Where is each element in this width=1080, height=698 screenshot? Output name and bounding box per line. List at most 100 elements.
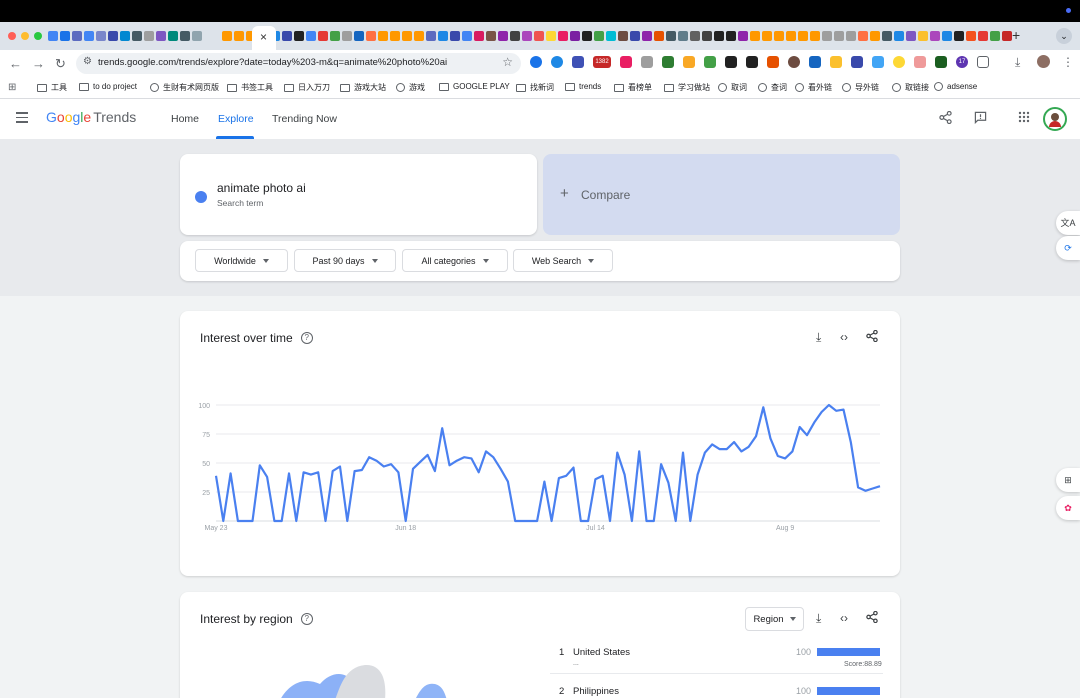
extension-badge-icon[interactable]: 17 [956, 56, 968, 68]
compare-card[interactable]: + Compare [543, 154, 900, 235]
tab-favicon[interactable] [462, 31, 472, 41]
region-filter-dropdown[interactable]: Worldwide [195, 249, 288, 272]
tab-favicon[interactable] [654, 31, 664, 41]
tab-favicon[interactable] [96, 31, 106, 41]
tab-favicon[interactable] [750, 31, 760, 41]
tab-favicon[interactable] [48, 31, 58, 41]
bookmark-item[interactable]: 游戏 [396, 82, 425, 93]
tab-favicon[interactable] [618, 31, 628, 41]
minimize-window-button[interactable] [21, 32, 29, 40]
new-tab-button[interactable]: + [1012, 27, 1020, 43]
tab-favicon[interactable] [144, 31, 154, 41]
tab-favicon[interactable] [690, 31, 700, 41]
tab-favicon[interactable] [966, 31, 976, 41]
extension-icon[interactable] [788, 56, 800, 68]
help-icon[interactable]: ? [300, 613, 313, 625]
tab-favicon[interactable] [486, 31, 496, 41]
tab-favicon[interactable] [726, 31, 736, 41]
tab-favicon[interactable] [870, 31, 880, 41]
tab-favicon[interactable] [702, 31, 712, 41]
feedback-icon[interactable] [974, 111, 987, 127]
compare-label[interactable]: Compare [581, 188, 630, 202]
tab-favicon[interactable] [522, 31, 532, 41]
pinned-tabs[interactable] [48, 29, 1040, 43]
puzzle-extension-icon[interactable] [572, 56, 584, 68]
region-name[interactable]: United States [573, 647, 630, 658]
tab-favicon[interactable] [438, 31, 448, 41]
extension-icon[interactable] [830, 56, 842, 68]
badge-extension-icon[interactable]: 1382 [593, 56, 611, 68]
extension-icon[interactable] [851, 56, 863, 68]
extensions-row[interactable]: 1382 17 [530, 56, 989, 68]
tab-favicon[interactable] [606, 31, 616, 41]
bookmark-item[interactable]: GOOGLE PLAY [439, 82, 510, 91]
side-panel-icon[interactable]: ⊞ [1056, 468, 1080, 492]
tab-favicon[interactable] [234, 31, 244, 41]
help-icon[interactable]: ? [300, 332, 313, 344]
extension-icon[interactable] [704, 56, 716, 68]
bookmark-item[interactable]: to do project [79, 82, 137, 91]
tab-favicon[interactable] [498, 31, 508, 41]
bookmark-item[interactable]: 取链接 [892, 82, 929, 93]
extension-icon[interactable] [620, 56, 632, 68]
url-text[interactable]: trends.google.com/trends/explore?date=to… [98, 57, 447, 68]
tab-favicon[interactable] [294, 31, 304, 41]
nav-explore[interactable]: Explore [218, 113, 254, 125]
browser-menu-icon[interactable]: ⋮ [1062, 55, 1074, 69]
category-filter-dropdown[interactable]: All categories [402, 249, 508, 272]
close-tab-icon[interactable]: × [260, 30, 267, 44]
nav-trending-now[interactable]: Trending Now [272, 113, 337, 125]
extension-icon[interactable] [914, 56, 926, 68]
download-csv-icon[interactable]: ⤓ [816, 611, 821, 626]
tab-search-icon[interactable]: ⌄ [1056, 28, 1072, 44]
tab-favicon[interactable] [426, 31, 436, 41]
extension-icon[interactable] [767, 56, 779, 68]
site-info-icon[interactable]: ⚙ [83, 56, 92, 67]
profile-icon[interactable] [1037, 55, 1050, 68]
bookmark-item[interactable]: 学习做站 [664, 82, 710, 93]
tab-favicon[interactable] [180, 31, 190, 41]
search-type-filter-dropdown[interactable]: Web Search [513, 249, 613, 272]
extension-icon[interactable] [872, 56, 884, 68]
tab-favicon[interactable] [156, 31, 166, 41]
extension-icon[interactable] [641, 56, 653, 68]
bookmark-item[interactable]: 生财有术网页版 [150, 82, 219, 93]
tab-favicon[interactable] [786, 31, 796, 41]
bookmark-item[interactable]: 书签工具 [227, 82, 273, 93]
extension-icon[interactable] [893, 56, 905, 68]
share-icon[interactable] [866, 329, 878, 345]
translate-extension-icon[interactable]: ✿ [1056, 496, 1080, 520]
apps-grid-icon[interactable]: ⊞ [8, 82, 16, 93]
tab-favicon[interactable] [474, 31, 484, 41]
google-trends-logo[interactable]: Google Trends [46, 109, 136, 125]
tab-favicon[interactable] [714, 31, 724, 41]
tab-favicon[interactable] [666, 31, 676, 41]
tab-favicon[interactable] [822, 31, 832, 41]
extensions-menu-icon[interactable] [977, 56, 989, 68]
tab-favicon[interactable] [402, 31, 412, 41]
address-bar[interactable]: ⚙ trends.google.com/trends/explore?date=… [76, 53, 521, 74]
tab-favicon[interactable] [306, 31, 316, 41]
tab-favicon[interactable] [642, 31, 652, 41]
bookmark-item[interactable]: adsense [934, 82, 977, 91]
tab-favicon[interactable] [774, 31, 784, 41]
tab-favicon[interactable] [834, 31, 844, 41]
tab-favicon[interactable] [594, 31, 604, 41]
bookmark-item[interactable]: 查词 [758, 82, 787, 93]
tab-favicon[interactable] [546, 31, 556, 41]
tab-favicon[interactable] [168, 31, 178, 41]
time-filter-dropdown[interactable]: Past 90 days [294, 249, 396, 272]
download-icon[interactable]: ⤓ [1015, 55, 1020, 70]
download-csv-icon[interactable]: ⤓ [816, 330, 821, 345]
account-avatar[interactable] [1043, 107, 1067, 131]
extension-icon[interactable] [662, 56, 674, 68]
tab-favicon[interactable] [192, 31, 202, 41]
bookmark-item[interactable]: 日入万刀 [284, 82, 330, 93]
tab-favicon[interactable] [894, 31, 904, 41]
back-icon[interactable]: ← [9, 56, 22, 71]
tab-favicon[interactable] [60, 31, 70, 41]
tab-favicon[interactable] [918, 31, 928, 41]
bookmark-item[interactable]: 看外链 [795, 82, 832, 93]
tab-favicon[interactable] [132, 31, 142, 41]
bookmark-item[interactable]: 导外链 [842, 82, 879, 93]
